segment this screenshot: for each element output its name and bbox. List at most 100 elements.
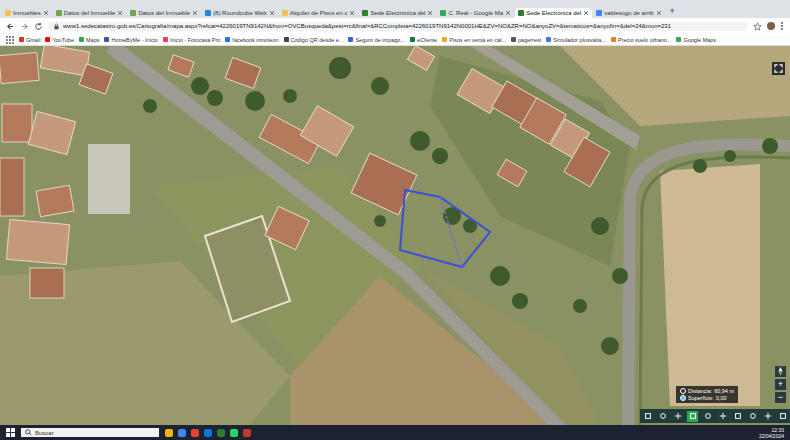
tab-label: (8) Roundcube Web <box>213 10 267 16</box>
tree <box>612 268 628 284</box>
ditch <box>640 157 790 425</box>
building <box>564 137 610 187</box>
bookmark[interactable]: Maps <box>79 37 99 43</box>
bookmark-icon <box>225 37 230 42</box>
favicon-icon <box>5 10 11 16</box>
bookmark[interactable]: facebook inmoleon <box>225 37 278 43</box>
close-icon[interactable] <box>656 10 662 16</box>
bookmark-icon <box>442 37 447 42</box>
close-icon[interactable] <box>505 10 511 16</box>
bookmark-icon <box>676 37 681 42</box>
aerial-map[interactable] <box>0 46 790 425</box>
browser-tab[interactable]: valdesogo de arrib <box>593 8 664 18</box>
building <box>351 153 417 215</box>
favicon-icon <box>518 10 524 16</box>
new-tab-button[interactable]: + <box>666 4 679 18</box>
tool-icon <box>689 412 697 420</box>
browser-tab[interactable]: Inmuebles <box>2 8 52 18</box>
zoom-out-button[interactable]: − <box>775 392 786 403</box>
forward-arrow-icon[interactable] <box>20 22 29 31</box>
compass-icon[interactable] <box>775 366 786 377</box>
reload-icon[interactable] <box>34 22 43 31</box>
url-field[interactable]: www1.sedecatastro.gob.es/Cartografia/map… <box>48 22 748 31</box>
bookmark[interactable]: Simulador plusvalía... <box>546 37 606 43</box>
browser-tab[interactable]: Datos del Inmueble <box>53 8 127 18</box>
close-icon[interactable] <box>117 10 123 16</box>
app-icon[interactable] <box>217 429 225 437</box>
yard <box>88 144 130 214</box>
map[interactable]: +−Distancia:60,94 mSuperficie:0,00 <box>0 46 790 425</box>
browser-tab[interactable]: C. Real - Google Ma <box>437 8 514 18</box>
bookmark[interactable]: HomeByMe - Inicio <box>104 37 157 43</box>
tree <box>693 159 707 173</box>
tree <box>591 217 609 235</box>
tree <box>432 148 448 164</box>
close-icon[interactable] <box>269 10 275 16</box>
app-icon[interactable] <box>230 429 238 437</box>
windows-logo-icon[interactable] <box>6 428 15 437</box>
bookmark[interactable]: pagerrest <box>511 37 541 43</box>
taskbar: Buscar 12:3322/04/2024 <box>0 425 790 440</box>
map-tool[interactable] <box>642 411 653 422</box>
bookmark[interactable]: YouTube <box>45 37 74 43</box>
search-box[interactable]: Buscar <box>21 428 159 437</box>
app-icon[interactable] <box>178 429 186 437</box>
tab-label: C. Real - Google Ma <box>448 10 503 16</box>
site-info-icon[interactable] <box>53 23 60 30</box>
bookmark[interactable]: Código QR desde e... <box>284 37 344 43</box>
tool-icon <box>734 412 742 420</box>
app-icon[interactable] <box>204 429 212 437</box>
tree <box>143 99 157 113</box>
parcel-outline[interactable] <box>400 190 490 267</box>
map-tool[interactable] <box>672 411 683 422</box>
close-icon[interactable] <box>349 10 355 16</box>
bookmark[interactable]: Google Maps <box>676 37 716 43</box>
close-icon[interactable] <box>583 10 589 16</box>
bookmark[interactable]: Seguro de impago... <box>348 37 405 43</box>
browser-tab[interactable]: (8) Roundcube Web <box>202 8 278 18</box>
apps-grid-icon[interactable] <box>6 36 14 44</box>
map-tool[interactable] <box>762 411 773 422</box>
app-icon[interactable] <box>191 429 199 437</box>
bookmark[interactable]: Gmail <box>19 37 40 43</box>
map-tool[interactable] <box>747 411 758 422</box>
bookmark[interactable]: Pisos en venta en cal... <box>442 37 506 43</box>
browser-tab[interactable]: Sede Electrónica del <box>359 8 436 18</box>
menu-icon[interactable] <box>780 21 784 31</box>
radio-icon[interactable] <box>680 395 686 401</box>
map-tool[interactable] <box>777 411 788 422</box>
clock[interactable]: 12:3322/04/2024 <box>759 427 784 439</box>
radio-icon[interactable] <box>680 388 686 394</box>
close-icon[interactable] <box>427 10 433 16</box>
fullscreen-button[interactable] <box>772 62 785 75</box>
favicon-icon <box>56 10 62 16</box>
building <box>407 46 434 70</box>
app-icon[interactable] <box>243 429 251 437</box>
app-icon[interactable] <box>165 429 173 437</box>
close-icon[interactable] <box>192 10 198 16</box>
map-tool[interactable] <box>717 411 728 422</box>
browser-tab[interactable]: Datos del Inmueble <box>127 8 201 18</box>
star-icon[interactable] <box>753 22 762 31</box>
close-icon[interactable] <box>43 10 49 16</box>
bookmark[interactable]: eCliente <box>410 37 437 43</box>
bookmark[interactable]: Precio suelo urbano... <box>611 37 672 43</box>
tree <box>762 138 778 154</box>
bookmark-icon <box>45 37 50 42</box>
back-arrow-icon[interactable] <box>6 22 15 31</box>
building <box>300 106 353 156</box>
browser-tab[interactable]: Alquiler de Pisos en c <box>279 8 359 18</box>
building <box>79 64 113 94</box>
map-tool[interactable] <box>732 411 743 422</box>
bookmark[interactable]: Inicio - Fotocasa Pro <box>163 37 220 43</box>
zoom-in-button[interactable]: + <box>775 379 786 390</box>
map-tool[interactable] <box>687 411 698 422</box>
map-tool[interactable] <box>702 411 713 422</box>
profile-icon[interactable] <box>767 22 775 30</box>
map-tool[interactable] <box>657 411 668 422</box>
fullscreen-icon <box>774 64 783 73</box>
browser-tab[interactable]: Sede Electrónica del <box>515 8 592 18</box>
bookmark-icon <box>410 37 415 42</box>
building <box>168 55 194 78</box>
tree <box>245 91 265 111</box>
